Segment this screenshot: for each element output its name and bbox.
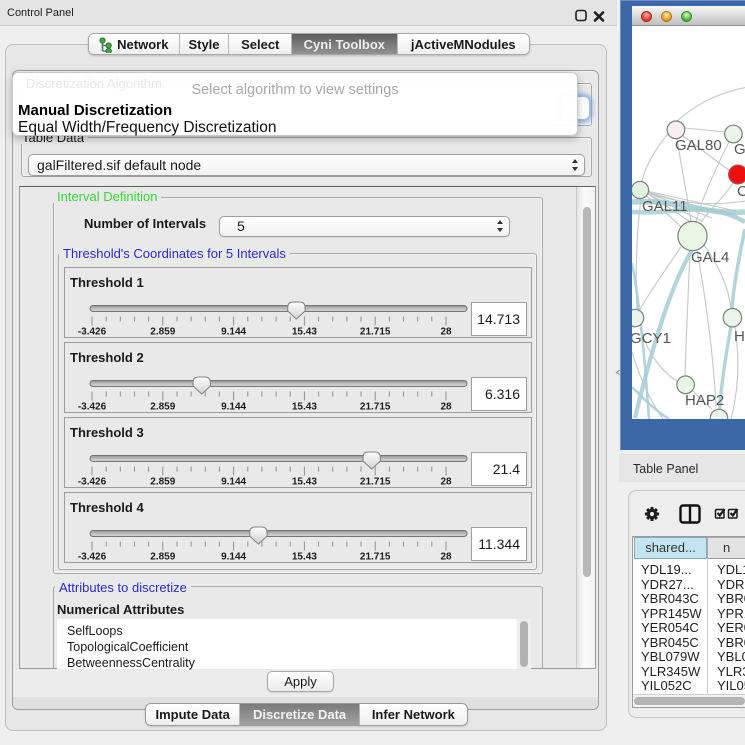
svg-text:15.43: 15.43: [292, 402, 317, 413]
svg-text:2.859: 2.859: [150, 477, 175, 488]
svg-text:21.715: 21.715: [360, 552, 391, 563]
svg-text:15.43: 15.43: [292, 327, 317, 338]
svg-text:2.859: 2.859: [150, 402, 175, 413]
svg-text:2.859: 2.859: [150, 552, 175, 563]
svg-text:15.43: 15.43: [292, 477, 317, 488]
svg-text:-3.426: -3.426: [78, 477, 107, 488]
svg-text:21.715: 21.715: [360, 402, 391, 413]
svg-text:-3.426: -3.426: [78, 327, 107, 338]
svg-text:GA: GA: [734, 141, 745, 158]
svg-text:15.43: 15.43: [292, 552, 317, 563]
svg-text:28: 28: [440, 477, 452, 488]
svg-text:28: 28: [440, 327, 452, 338]
svg-text:9.144: 9.144: [221, 552, 246, 563]
svg-text:GAL11: GAL11: [642, 198, 688, 215]
svg-text:9.144: 9.144: [221, 327, 246, 338]
svg-text:2.859: 2.859: [150, 327, 175, 338]
svg-text:GCY1: GCY1: [632, 330, 671, 347]
svg-text:GAL4: GAL4: [691, 249, 729, 266]
svg-text:21.715: 21.715: [360, 477, 391, 488]
svg-text:HAP2: HAP2: [685, 392, 724, 409]
svg-text:28: 28: [440, 552, 452, 563]
svg-text:9.144: 9.144: [221, 477, 246, 488]
svg-text:9.144: 9.144: [221, 402, 246, 413]
svg-text:GAL80: GAL80: [675, 137, 722, 154]
svg-text:-3.426: -3.426: [78, 552, 107, 563]
svg-text:-3.426: -3.426: [78, 402, 107, 413]
svg-text:C: C: [737, 183, 745, 200]
svg-text:28: 28: [440, 402, 452, 413]
svg-text:21.715: 21.715: [360, 327, 391, 338]
svg-text:H: H: [734, 328, 745, 345]
